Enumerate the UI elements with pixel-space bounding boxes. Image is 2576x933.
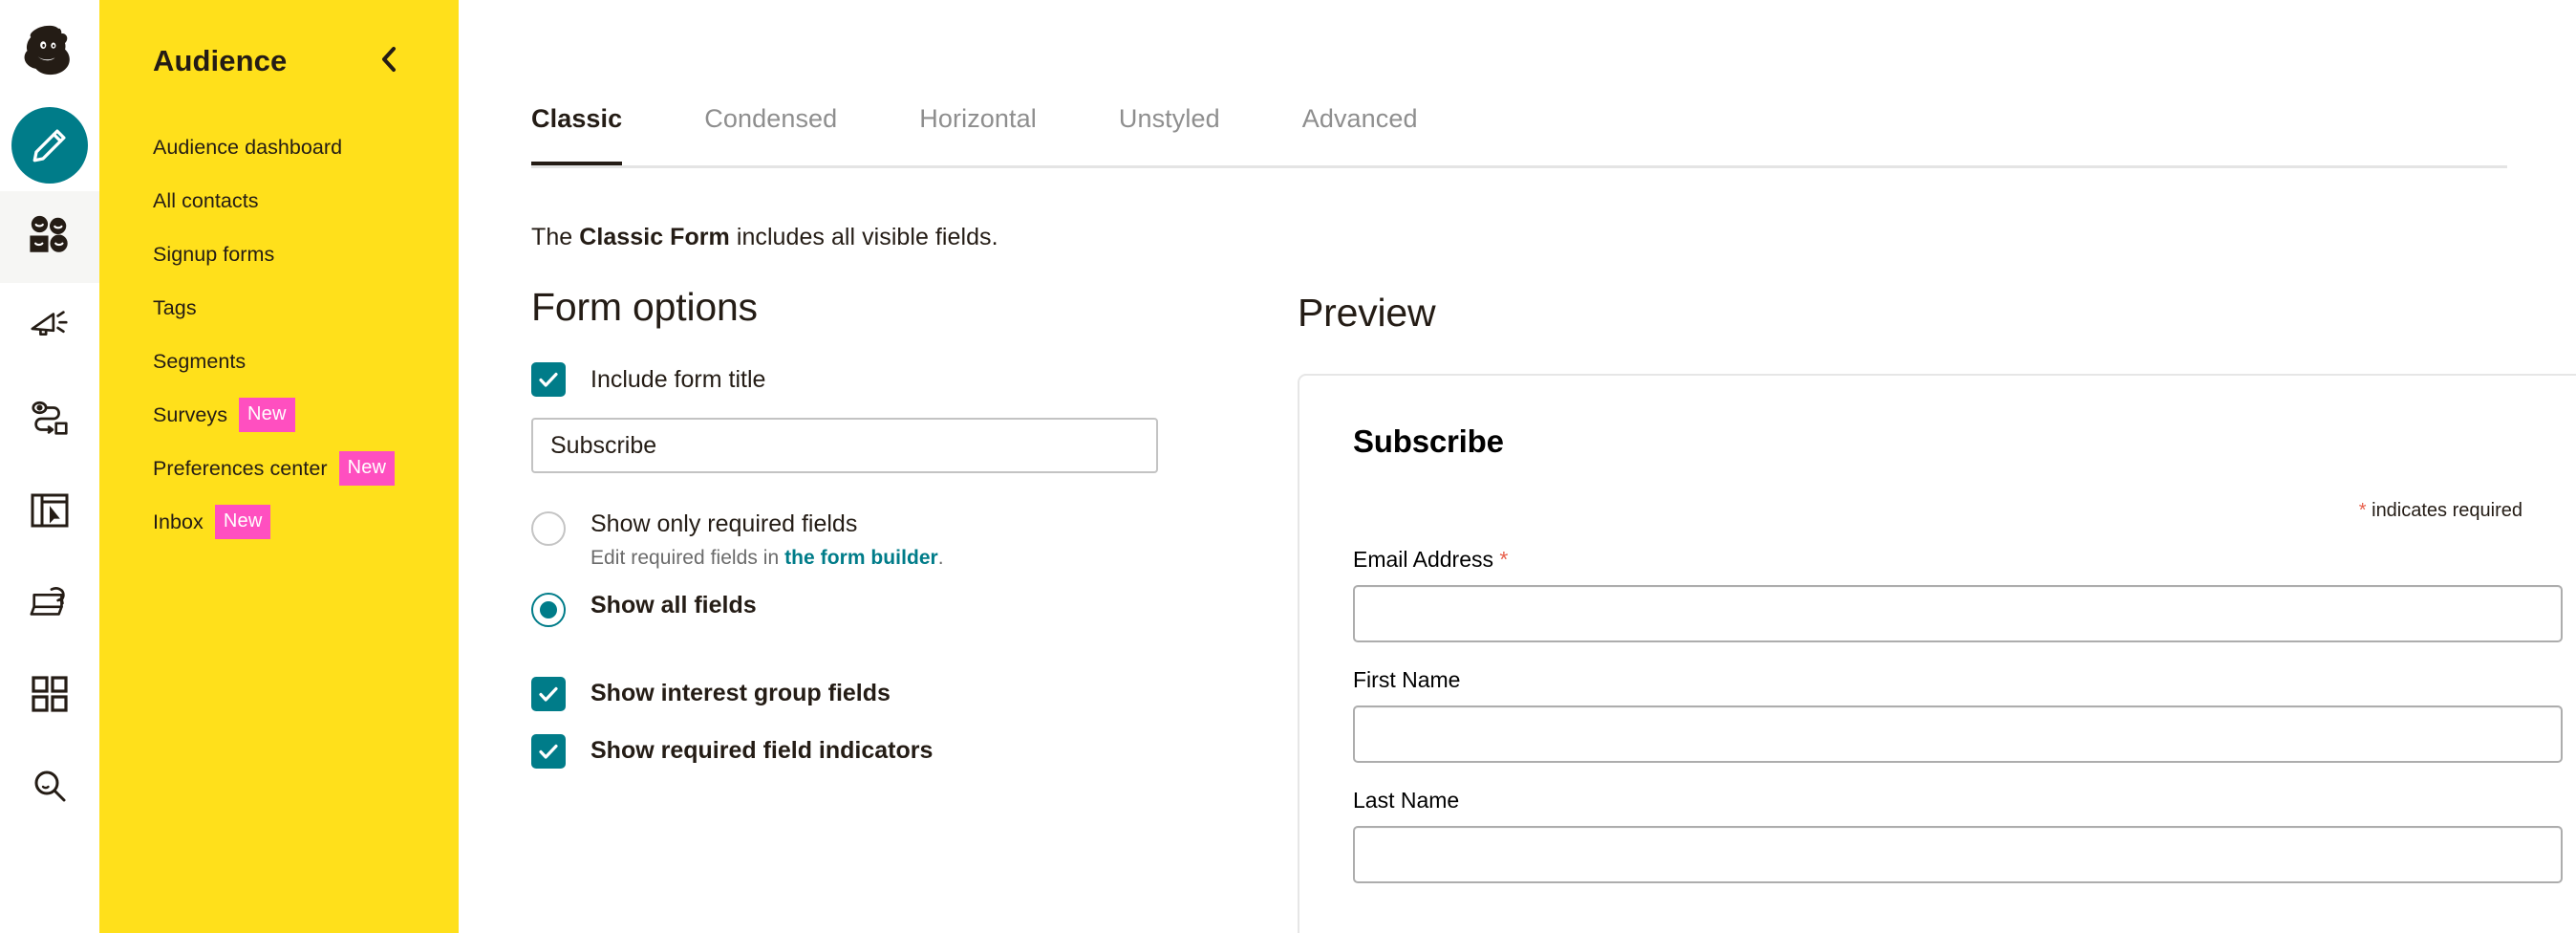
preview-heading: Preview	[1298, 168, 2576, 336]
rail-item-automations[interactable]	[0, 375, 99, 466]
show-required-field-indicators-row[interactable]: Show required field indicators	[531, 734, 1200, 769]
rail-item-website[interactable]	[0, 466, 99, 558]
page-title: Audience	[153, 44, 287, 78]
rail-item-compose[interactable]	[0, 99, 99, 191]
show-required-field-indicators-label: Show required field indicators	[590, 737, 933, 765]
contacts-audience-icon	[28, 214, 72, 261]
preview-card: Subscribe * indicates required Email Add…	[1298, 374, 2576, 933]
show-interest-group-fields-label: Show interest group fields	[590, 680, 891, 707]
tab-advanced[interactable]: Advanced	[1302, 104, 1418, 168]
include-form-title-checkbox-row[interactable]: Include form title	[531, 362, 1200, 397]
sidebar-item-segments[interactable]: Segments	[99, 335, 459, 388]
preview-field-email: Email Address *	[1353, 547, 2563, 642]
required-asterisk-icon: *	[2359, 500, 2367, 521]
rail-item-content-studio[interactable]	[0, 558, 99, 650]
checkmark-icon	[531, 677, 566, 711]
include-form-title-label: Include form title	[590, 366, 765, 394]
radio-show-all-fields-label: Show all fields	[590, 592, 757, 619]
sidebar-item-label: Segments	[153, 350, 246, 374]
form-options-heading: Form options	[531, 285, 1200, 330]
sidebar-item-label: Preferences center	[153, 457, 328, 481]
nav-header: Audience	[99, 0, 459, 78]
required-fields-help: Edit required fields in the form builder…	[590, 547, 944, 570]
website-landing-page-icon	[29, 491, 71, 534]
content-columns: The Classic Form includes all visible fi…	[459, 168, 2576, 933]
sidebar-item-label: Signup forms	[153, 243, 274, 267]
form-title-input[interactable]	[531, 418, 1158, 473]
form-description-suffix: includes all visible fields.	[730, 224, 998, 250]
sidebar-item-tags[interactable]: Tags	[99, 281, 459, 335]
automation-journey-icon	[28, 399, 72, 444]
required-fields-help-prefix: Edit required fields in	[590, 547, 784, 569]
sidebar-item-audience-dashboard[interactable]: Audience dashboard	[99, 120, 459, 174]
integrations-grid-icon	[30, 674, 70, 719]
chevron-left-icon	[378, 45, 399, 78]
radio-show-all-fields-row[interactable]: Show all fields	[531, 591, 1200, 627]
form-options-column: The Classic Form includes all visible fi…	[531, 168, 1200, 933]
radio-selected-icon	[531, 593, 566, 627]
sidebar-item-inbox[interactable]: Inbox New	[99, 495, 459, 549]
tab-horizontal[interactable]: Horizontal	[919, 104, 1037, 168]
form-description: The Classic Form includes all visible fi…	[531, 224, 1200, 251]
sidebar-item-surveys[interactable]: Surveys New	[99, 388, 459, 442]
required-indicator-note: * indicates required	[1353, 500, 2563, 522]
email-field-label: Email Address *	[1353, 547, 2563, 573]
radio-unselected-icon	[531, 511, 566, 546]
checkmark-icon	[531, 734, 566, 769]
first-name-field-label: First Name	[1353, 667, 2563, 693]
nav-item-list: Audience dashboard All contacts Signup f…	[99, 120, 459, 549]
preview-field-last-name: Last Name	[1353, 788, 2563, 883]
search-icon	[30, 766, 70, 811]
preview-form-title: Subscribe	[1353, 423, 2563, 460]
field-visibility-radio-group: Show only required fields Edit required …	[531, 510, 1200, 627]
required-asterisk-icon: *	[1499, 547, 1508, 572]
sidebar-item-label: Tags	[153, 296, 197, 320]
main-content: Classic Condensed Horizontal Unstyled Ad…	[459, 0, 2576, 933]
required-fields-help-suffix: .	[938, 547, 944, 569]
tab-unstyled[interactable]: Unstyled	[1119, 104, 1220, 168]
status-badge-new: New	[339, 451, 396, 486]
sidebar-item-label: Inbox	[153, 510, 204, 534]
field-display-checkboxes: Show interest group fields Show required…	[531, 677, 1200, 769]
sidebar-item-signup-forms[interactable]: Signup forms	[99, 228, 459, 281]
sidebar-item-all-contacts[interactable]: All contacts	[99, 174, 459, 228]
tab-condensed[interactable]: Condensed	[704, 104, 837, 168]
tab-classic[interactable]: Classic	[531, 104, 622, 168]
preview-column: Preview Subscribe * indicates required E…	[1200, 168, 2576, 933]
checkmark-icon	[531, 362, 566, 397]
megaphone-campaign-icon	[28, 308, 72, 351]
content-studio-icon	[28, 584, 72, 625]
icon-rail	[0, 0, 99, 933]
status-badge-new: New	[239, 398, 295, 432]
email-field-label-text: Email Address	[1353, 547, 1493, 572]
mailchimp-freddie-logo[interactable]	[0, 0, 99, 99]
sidebar-item-label: Audience dashboard	[153, 136, 342, 160]
preview-form: Subscribe * indicates required Email Add…	[1299, 376, 2576, 883]
radio-show-only-required-label: Show only required fields	[590, 510, 944, 538]
sidebar-item-label: All contacts	[153, 189, 259, 213]
form-description-prefix: The	[531, 224, 579, 250]
required-indicator-text: indicates required	[2367, 500, 2522, 521]
mailchimp-signup-forms-page: Audience Audience dashboard All contacts…	[0, 0, 2576, 933]
pencil-compose-icon	[11, 107, 88, 184]
sidebar-item-preferences-center[interactable]: Preferences center New	[99, 442, 459, 495]
email-field[interactable]	[1353, 585, 2563, 642]
audience-nav-panel: Audience Audience dashboard All contacts…	[99, 0, 459, 933]
last-name-field[interactable]	[1353, 826, 2563, 883]
rail-item-audience[interactable]	[0, 191, 99, 283]
show-interest-group-fields-row[interactable]: Show interest group fields	[531, 677, 1200, 711]
rail-item-search[interactable]	[0, 742, 99, 834]
form-builder-link[interactable]: the form builder	[784, 547, 938, 569]
sidebar-item-label: Surveys	[153, 403, 227, 427]
status-badge-new: New	[215, 505, 271, 539]
form-style-tabs: Classic Condensed Horizontal Unstyled Ad…	[459, 0, 2576, 168]
rail-item-campaigns[interactable]	[0, 283, 99, 375]
rail-item-integrations[interactable]	[0, 650, 99, 742]
form-description-bold: Classic Form	[579, 224, 730, 250]
last-name-field-label: Last Name	[1353, 788, 2563, 814]
collapse-nav-button[interactable]	[373, 45, 405, 77]
preview-field-first-name: First Name	[1353, 667, 2563, 763]
radio-show-only-required-row[interactable]: Show only required fields Edit required …	[531, 510, 1200, 570]
first-name-field[interactable]	[1353, 705, 2563, 763]
